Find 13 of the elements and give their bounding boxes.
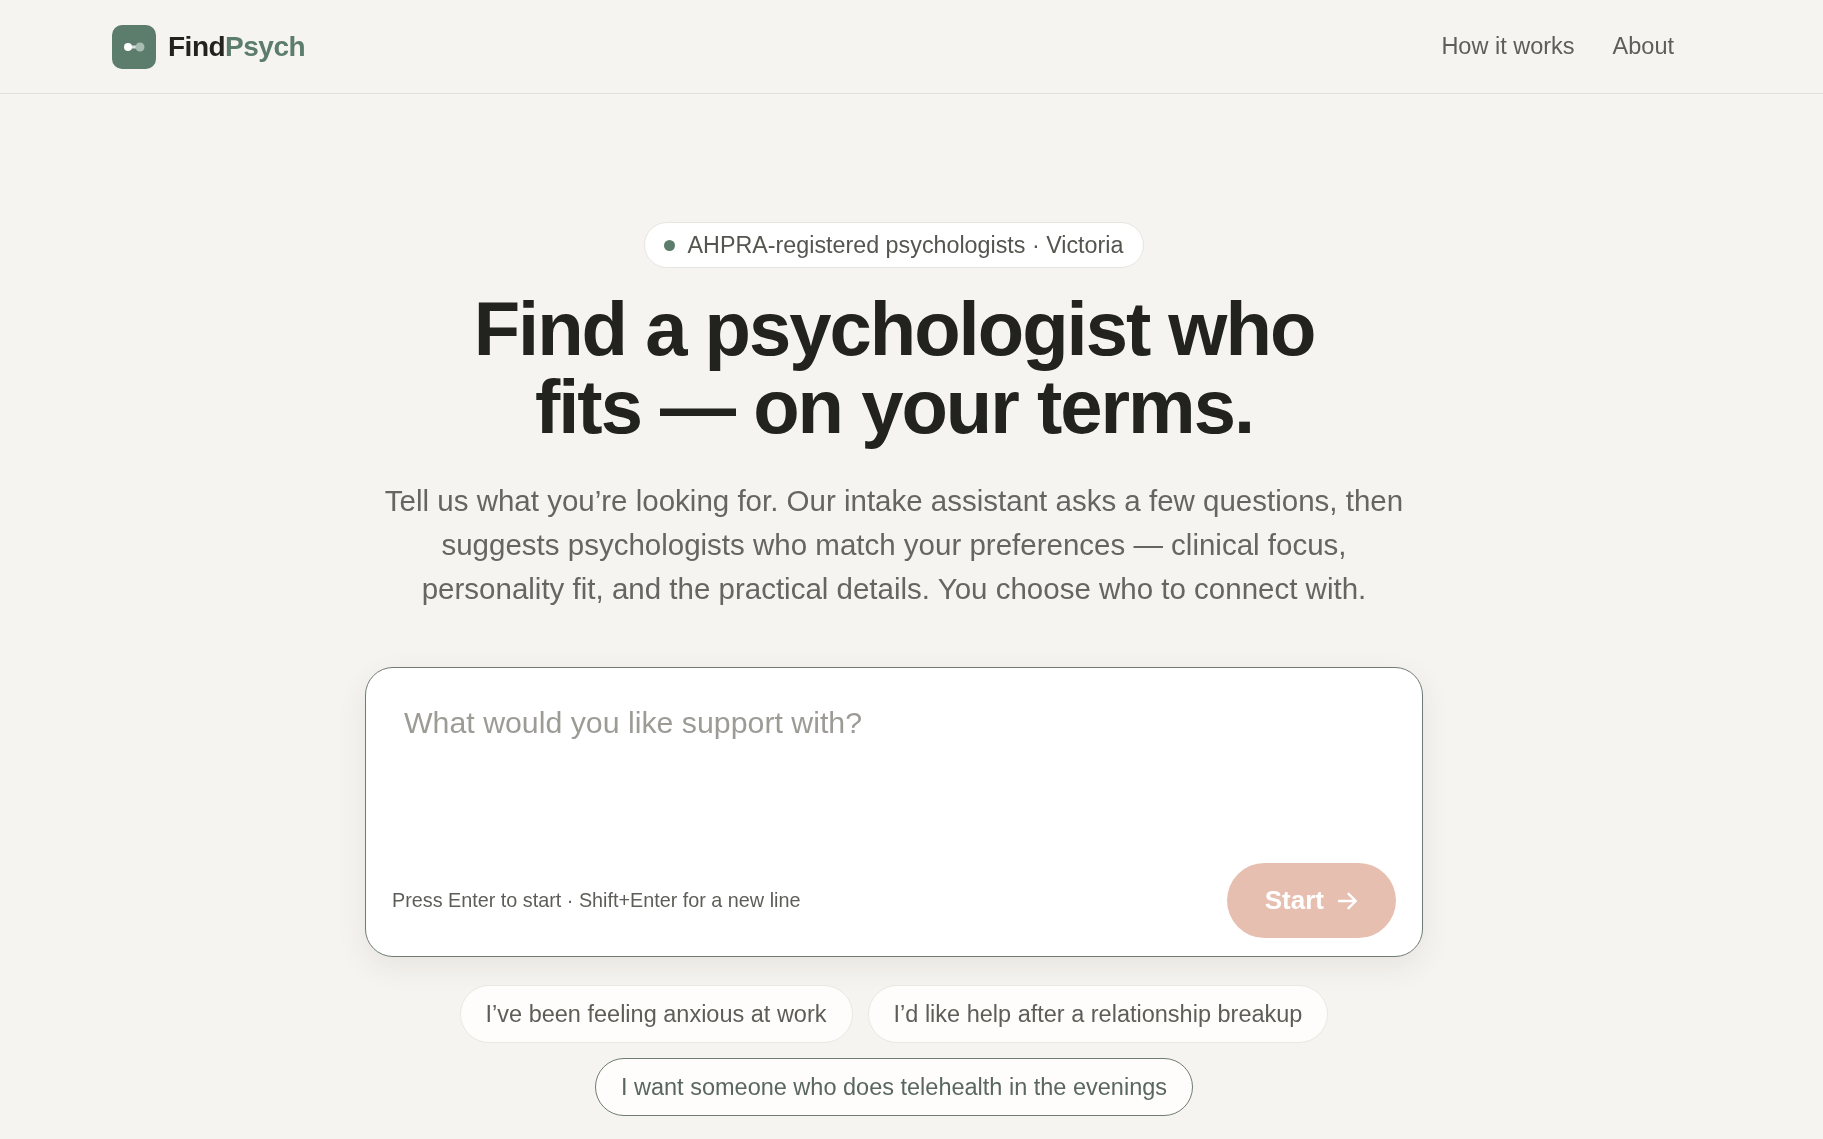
badge-text: AHPRA-registered psychologists · Victoria (687, 231, 1124, 259)
nav-link[interactable]: About (1604, 27, 1682, 66)
intro-paragraph: Tell us what you’re looking for. Our intake assistant asks a few questions, then suggests psychologists who match your preferences — clinical focus, personality fit, and the practical details. You choose who to connect with. (383, 483, 1405, 607)
suggestion-chip[interactable]: I’ve been feeling anxious at work (459, 985, 853, 1043)
nav-link[interactable]: How it works (1433, 27, 1583, 66)
message-input-field[interactable]: What would you like support with? (392, 694, 1396, 863)
logo-icon (112, 24, 156, 69)
brand-name[interactable]: FindPsych (168, 30, 306, 63)
keyboard-hint: Press Enter to start · Shift+Enter for a new line (392, 889, 801, 912)
suggestion-chip[interactable]: I’d like help after a relationship breakup (867, 985, 1329, 1043)
status-dot-icon (663, 239, 675, 251)
suggestion-chip[interactable]: I want someone who does telehealth in the evenings (594, 1058, 1194, 1116)
arrow-icon (1338, 891, 1358, 910)
